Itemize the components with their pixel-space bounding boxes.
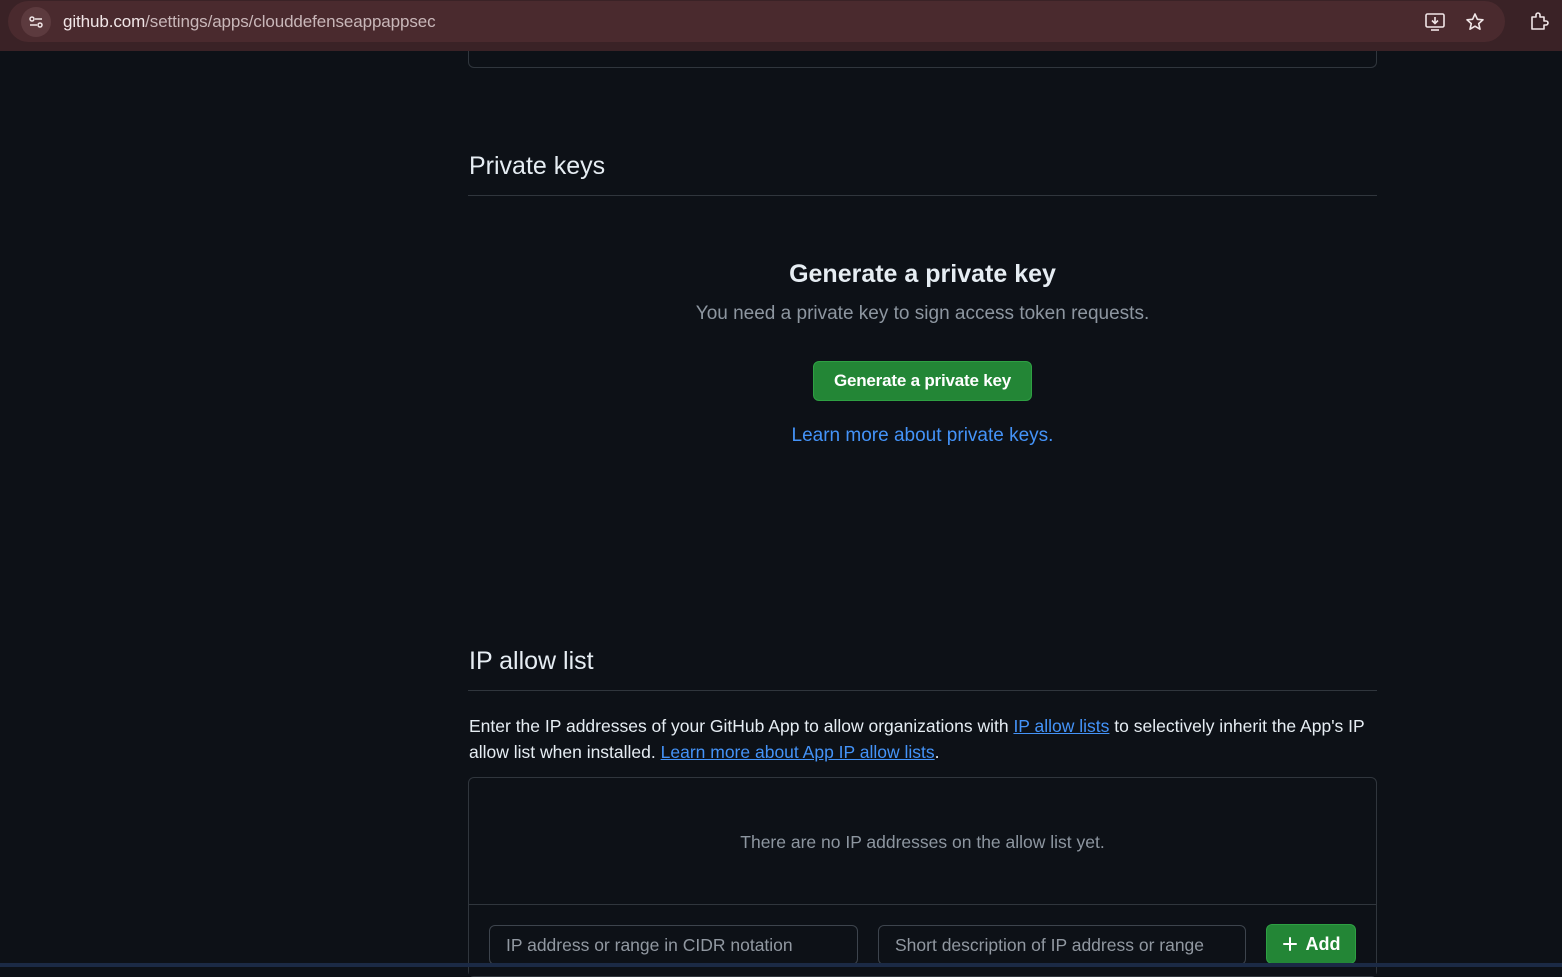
address-bar[interactable]: github.com/settings/apps/clouddefenseapp… [8,1,1505,42]
bottom-edge [0,963,1562,967]
site-info-icon[interactable] [21,7,51,37]
description-text: Enter the IP addresses of your GitHub Ap… [469,716,1014,736]
ip-allow-list-description: Enter the IP addresses of your GitHub Ap… [469,713,1374,765]
ip-address-input[interactable] [489,925,858,965]
add-button-label: Add [1305,933,1341,954]
learn-more-ip-allow-lists-link[interactable]: Learn more about App IP allow lists [661,742,935,762]
learn-more-private-keys: Learn more about private keys. [468,425,1377,447]
blankslate-title: Generate a private key [789,260,1056,288]
ip-description-input[interactable] [878,925,1246,965]
ip-allow-list-heading: IP allow list [469,647,594,675]
learn-more-private-keys-link[interactable]: Learn more about private keys [792,425,1049,446]
add-ip-button[interactable]: Add [1266,924,1356,964]
url-path: /settings/apps/clouddefenseappappsec [145,12,436,31]
browser-toolbar: github.com/settings/apps/clouddefenseapp… [0,0,1562,51]
generate-private-key-button[interactable]: Generate a private key [813,361,1032,401]
plus-icon [1282,937,1297,951]
private-keys-heading: Private keys [469,152,606,180]
section-divider [468,690,1377,691]
install-app-icon[interactable] [1423,10,1447,34]
blankslate-description: You need a private key to sign access to… [695,303,1150,324]
learn-more-suffix: . [1048,425,1054,446]
bookmark-star-icon[interactable] [1463,10,1487,34]
section-divider [468,195,1377,196]
previous-section-box [468,51,1377,68]
ip-allow-lists-link[interactable]: IP allow lists [1013,716,1109,736]
ip-allow-list-box: There are no IP addresses on the allow l… [468,777,1377,977]
empty-allow-list-message: There are no IP addresses on the allow l… [740,832,1105,852]
address-url[interactable]: github.com/settings/apps/clouddefenseapp… [63,12,436,32]
url-host: github.com [63,12,146,31]
description-end: . [934,742,940,762]
extensions-icon[interactable] [1527,9,1551,33]
